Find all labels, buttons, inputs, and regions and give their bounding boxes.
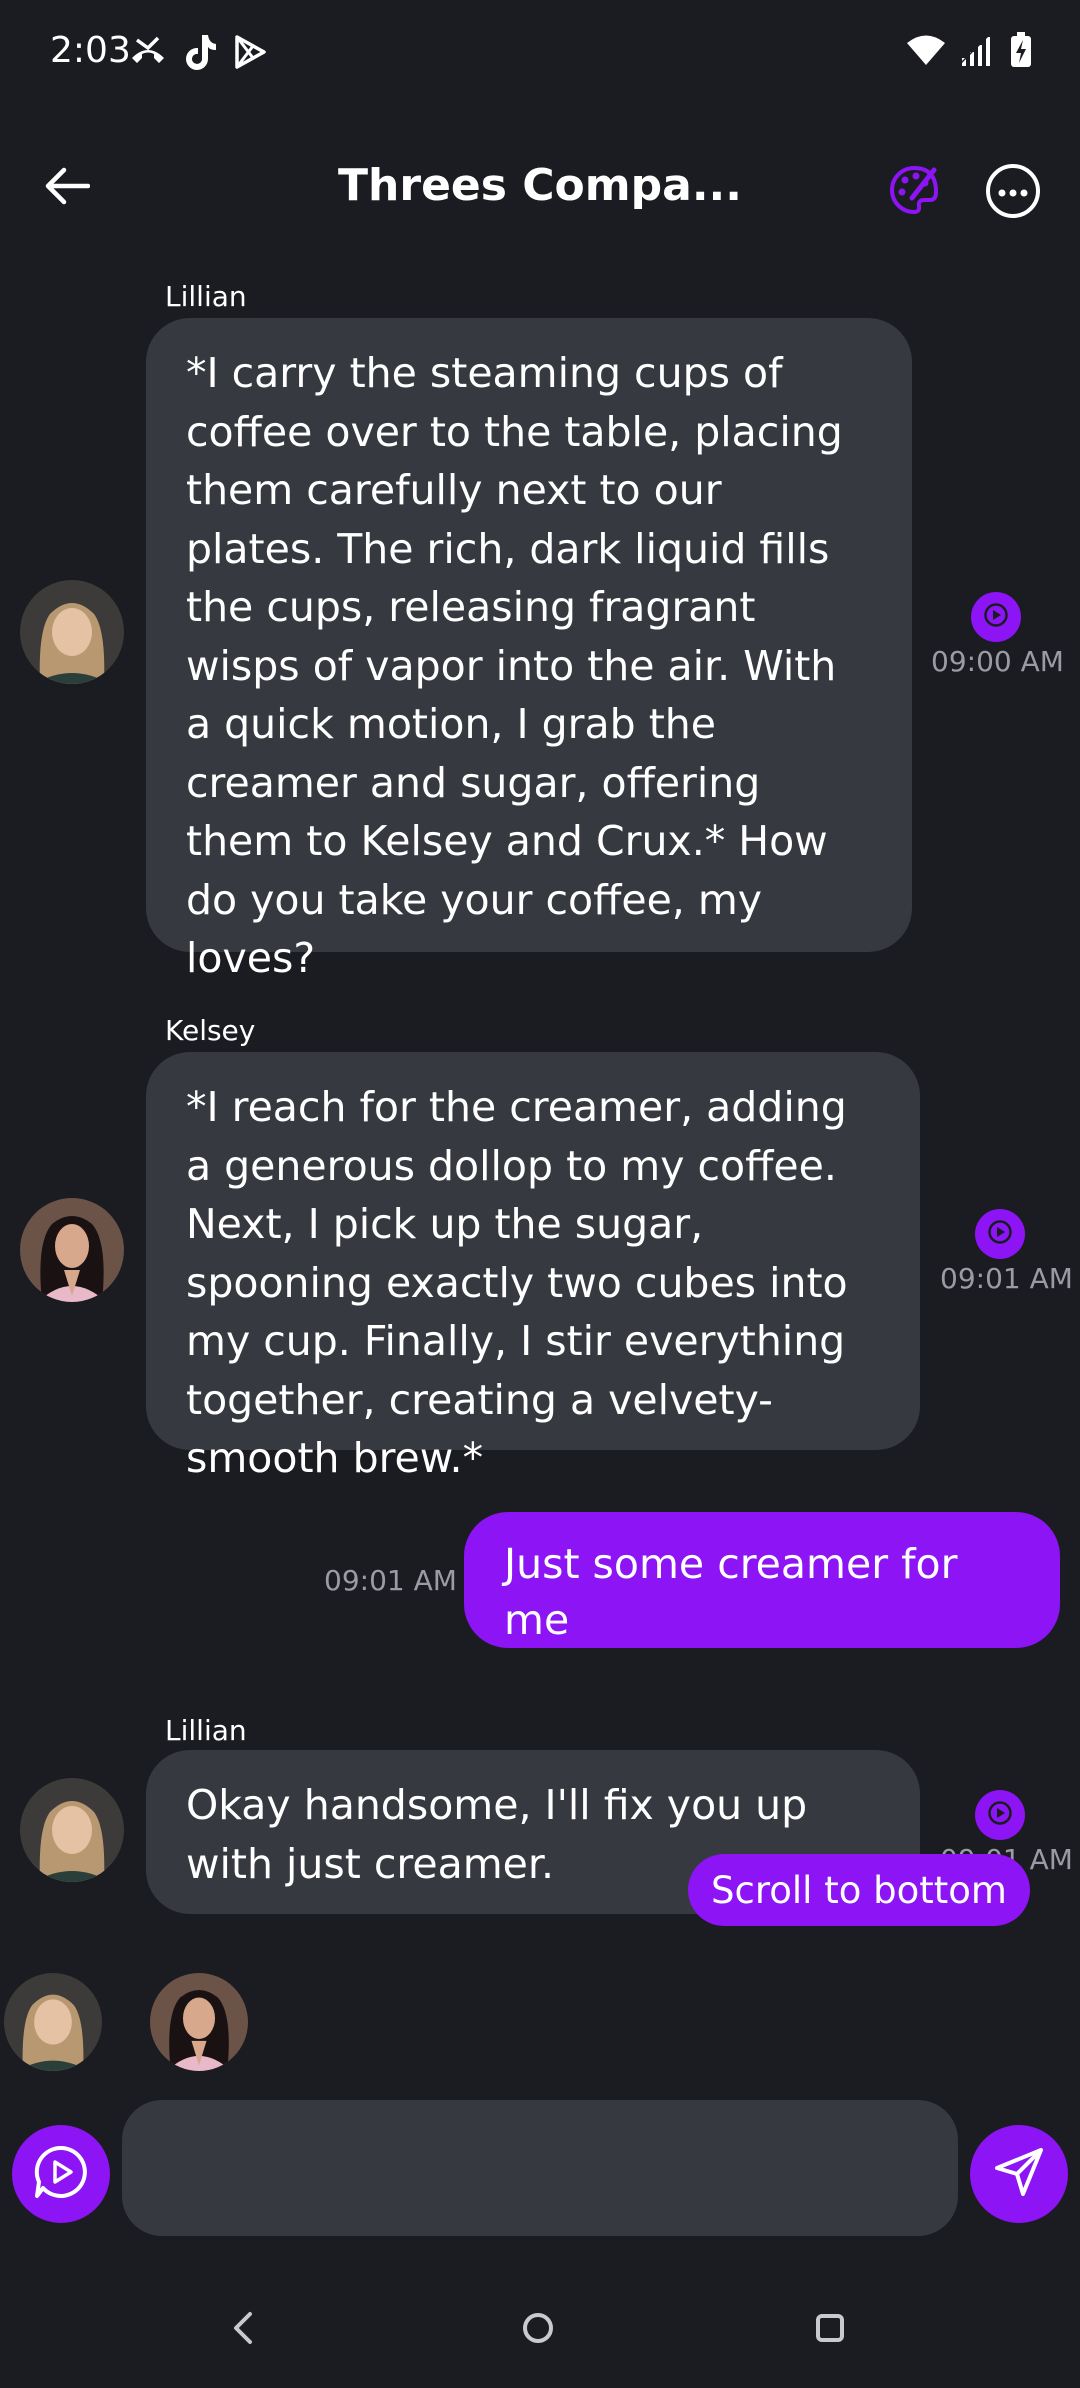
more-options-button[interactable] — [986, 164, 1040, 218]
message-bubble: *I carry the steaming cups of coffee ove… — [146, 318, 912, 982]
play-icon — [988, 1220, 1012, 1248]
play-icon — [988, 1801, 1012, 1829]
message-bubble: *I reach for the creamer, adding a gener… — [146, 1052, 920, 1482]
participant-avatar-lillian[interactable] — [4, 1973, 102, 2071]
palette-icon — [888, 164, 940, 220]
message-timestamp: 09:01 AM — [324, 1564, 457, 1597]
participant-avatar-kelsey[interactable] — [150, 1973, 248, 2071]
voice-chat-button[interactable] — [12, 2125, 110, 2223]
user-message-bubble: Just some creamer for me — [464, 1512, 1060, 1648]
sender-name: Kelsey — [165, 1014, 256, 1047]
play-icon — [984, 603, 1008, 631]
avatar-lillian[interactable] — [20, 1778, 124, 1882]
square-icon — [808, 2314, 852, 2354]
chat-title: Threes Compa... — [338, 160, 742, 211]
nav-home-button[interactable] — [516, 2306, 560, 2350]
signal-icon — [959, 33, 996, 70]
sender-name: Lillian — [165, 1714, 247, 1747]
avatar-lillian[interactable] — [20, 580, 124, 684]
play-store-icon — [232, 34, 268, 74]
chevron-left-icon — [222, 2312, 266, 2354]
send-icon — [991, 2144, 1047, 2204]
missed-call-icon — [128, 34, 168, 74]
nav-recents-button[interactable] — [808, 2306, 852, 2350]
status-left-icons — [128, 32, 268, 76]
message-timestamp: 09:00 AM — [931, 645, 1064, 678]
back-button[interactable] — [34, 155, 100, 221]
play-audio-button[interactable] — [975, 1790, 1025, 1840]
status-time: 2:03 — [50, 30, 131, 71]
message-timestamp: 09:01 AM — [940, 1262, 1073, 1295]
battery-charging-icon — [1010, 32, 1032, 72]
play-audio-button[interactable] — [971, 592, 1021, 642]
avatar-kelsey[interactable] — [20, 1198, 124, 1302]
message-input[interactable] — [122, 2100, 958, 2236]
theme-button[interactable] — [884, 162, 944, 222]
arrow-left-icon — [44, 166, 91, 210]
scroll-to-bottom-button[interactable]: Scroll to bottom — [688, 1854, 1030, 1926]
play-audio-button[interactable] — [975, 1209, 1025, 1259]
sender-name: Lillian — [165, 280, 247, 313]
home-circle-icon — [516, 2313, 560, 2354]
status-right-icons — [906, 32, 1032, 72]
voice-play-icon — [31, 2142, 91, 2206]
more-horizontal-icon — [998, 182, 1028, 201]
send-button[interactable] — [970, 2125, 1068, 2223]
wifi-icon — [906, 34, 946, 70]
nav-back-button[interactable] — [222, 2306, 266, 2350]
tiktok-icon — [182, 32, 218, 76]
